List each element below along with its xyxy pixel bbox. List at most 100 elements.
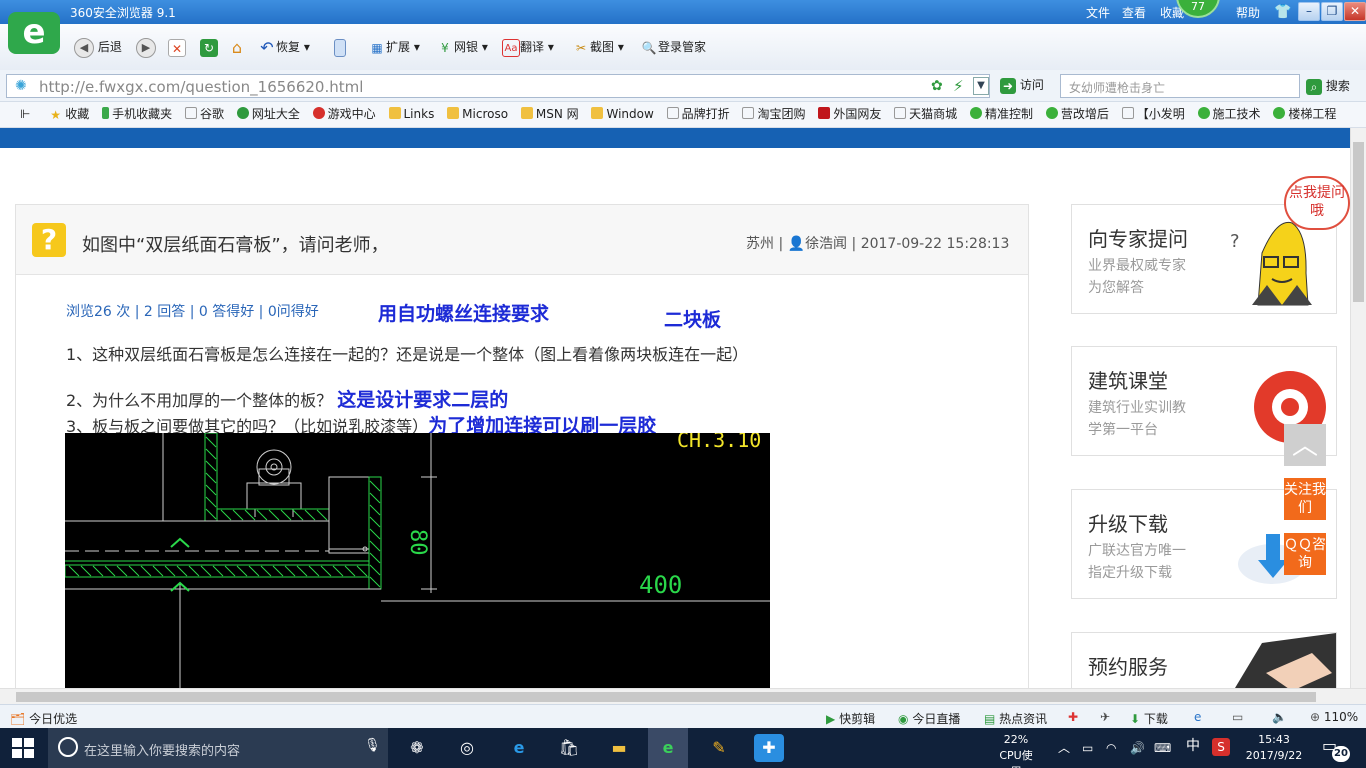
bookmark-item[interactable]: 天猫商城 — [894, 102, 957, 126]
bookmark-item[interactable]: 【小发明 — [1121, 102, 1185, 126]
menu-view[interactable]: 查看 — [1122, 4, 1146, 21]
url-text[interactable]: http://e.fwxgx.com/question_1656620.html — [39, 78, 363, 96]
netbank-button[interactable]: ¥ 网银 ▾ — [436, 36, 488, 58]
microphone-icon[interactable]: 🎙 — [364, 738, 381, 753]
back-to-top-button[interactable]: ︿ — [1284, 424, 1326, 466]
task-view-icon[interactable]: ❁ — [402, 734, 432, 762]
ask-me-bubble[interactable]: 点我提问哦 — [1284, 176, 1350, 230]
translate-button[interactable]: Aa 翻译 ▾ — [502, 36, 554, 58]
security-icon[interactable]: ✿ — [931, 78, 943, 94]
ie-icon[interactable]: e — [1194, 710, 1201, 724]
grid-icon: ▦ — [371, 40, 383, 55]
login-manager-button[interactable]: 🔍 登录管家 — [640, 36, 707, 58]
refresh-button[interactable]: ↻ — [200, 36, 218, 58]
tray-chevron-icon[interactable]: ︿ — [1058, 740, 1070, 756]
address-bar[interactable]: ✺ http://e.fwxgx.com/question_1656620.ht… — [6, 74, 990, 98]
taskbar-search-box[interactable]: 在这里输入你要搜索的内容 🎙 — [48, 728, 388, 768]
store-icon[interactable]: 🛍 — [554, 734, 584, 762]
wifi-icon[interactable]: ◠ — [1106, 740, 1116, 756]
today-live[interactable]: ◉ 今日直播 — [898, 710, 960, 727]
vertical-scrollbar[interactable] — [1350, 128, 1366, 688]
stop-button[interactable]: ✕ — [168, 36, 186, 58]
phone-button[interactable] — [334, 36, 346, 58]
question-user[interactable]: 徐浩闻 — [805, 236, 847, 252]
volume-icon[interactable]: 🔊 — [1130, 740, 1145, 756]
close-button[interactable]: ✕ — [1344, 2, 1366, 21]
yuan-icon: ¥ — [441, 40, 449, 55]
live-icon: ◉ — [898, 712, 909, 726]
lightning-icon[interactable]: ⚡ — [953, 77, 964, 95]
battery-icon[interactable]: ▭ — [1082, 740, 1093, 756]
cad-drawing-image: 80 400 CH.3.10 — [64, 428, 770, 688]
bookmark-item[interactable]: Links — [388, 102, 434, 126]
bookmark-item[interactable]: MSN 网 — [520, 102, 579, 126]
qq-consult-button[interactable]: ＱＱ咨询 — [1284, 533, 1326, 575]
file-explorer-icon[interactable]: ▬ — [604, 734, 634, 762]
cpu-meter[interactable]: 22% CPU使用 — [994, 732, 1038, 768]
sogou-icon[interactable]: S — [1212, 738, 1230, 756]
home-icon: ⌂ — [231, 37, 243, 57]
bookmark-item[interactable]: 外国网友 — [818, 102, 881, 126]
edge-browser-icon[interactable]: e — [504, 734, 534, 762]
horizontal-scroll-thumb[interactable] — [16, 692, 1316, 702]
bookmark-item[interactable]: 楼梯工程 — [1273, 102, 1336, 126]
keyboard-icon[interactable]: ⌨ — [1154, 740, 1171, 756]
bookmark-item[interactable]: 营改增后 — [1045, 102, 1109, 126]
medical-icon[interactable]: ✚ — [1068, 710, 1078, 724]
bookmark-item[interactable]: 谷歌 — [184, 102, 224, 126]
app-plus-icon[interactable]: ✚ — [754, 734, 784, 762]
follow-us-button[interactable]: 关注我们 — [1284, 478, 1326, 520]
shirt-icon[interactable]: 👕 — [1274, 4, 1291, 20]
ime-indicator[interactable]: 中 — [1186, 738, 1200, 754]
download-manager[interactable]: ⬇ 下载 — [1130, 710, 1168, 727]
today-picks[interactable]: 🗂 今日优选 — [10, 710, 77, 727]
bookmark-item[interactable]: 网址大全 — [236, 102, 300, 126]
horizontal-scrollbar[interactable] — [0, 688, 1366, 704]
minimize-button[interactable]: – — [1298, 2, 1320, 21]
maximize-button[interactable]: ❐ — [1321, 2, 1343, 21]
notes-icon[interactable]: ✎ — [704, 734, 734, 762]
app-swirl-icon[interactable]: ◎ — [452, 734, 482, 762]
bookmark-item[interactable]: 精准控制 — [970, 102, 1033, 126]
speaker-icon[interactable]: 🔈 — [1272, 710, 1287, 724]
bookmark-item[interactable]: 游戏中心 — [312, 102, 376, 126]
question-line-2: 2、为什么不用加厚的一个整体的板？ 这是设计要求二层的 — [66, 385, 508, 412]
bookmark-item[interactable]: 施工技术 — [1197, 102, 1261, 126]
bookmark-label: 收藏 — [65, 107, 90, 121]
quick-clip-label: 快剪辑 — [839, 712, 876, 726]
screenshot-button[interactable]: ✂ 截图 ▾ — [572, 36, 624, 58]
folder-icon — [591, 107, 604, 119]
browser-logo-icon[interactable]: e — [8, 12, 60, 54]
menu-help[interactable]: 帮助 — [1236, 4, 1260, 21]
vertical-scroll-thumb[interactable] — [1353, 142, 1364, 302]
extensions-button[interactable]: ▦ 扩展 ▾ — [368, 36, 420, 58]
bookmark-item[interactable]: Microso — [447, 102, 508, 126]
bookmark-item[interactable]: Window — [591, 102, 654, 126]
forward-button[interactable]: ▶ — [136, 36, 156, 58]
book-service-card[interactable]: 预约服务 — [1071, 632, 1337, 688]
search-input[interactable]: 女幼师遭枪击身亡 — [1060, 74, 1300, 98]
visit-button[interactable]: ➜ 访问 — [1000, 76, 1044, 94]
bookmark-item[interactable]: 手机收藏夹 — [102, 102, 172, 126]
restore-button[interactable]: ↶ 恢复 ▾ — [258, 36, 310, 58]
search-button[interactable]: ⌕ 搜索 — [1306, 77, 1350, 95]
home-button[interactable]: ⌂ — [228, 36, 246, 58]
bookmark-item[interactable]: 品牌打折 — [666, 102, 730, 126]
clock-date: 2017/9/22 — [1245, 749, 1303, 762]
menu-file[interactable]: 文件 — [1086, 4, 1110, 21]
pin-icon[interactable]: ✈ — [1100, 710, 1110, 724]
bookmark-item[interactable]: 淘宝团购 — [742, 102, 805, 126]
quick-clip[interactable]: ▶ 快剪辑 — [826, 710, 875, 727]
zoom-control[interactable]: ⊕ 110% — [1310, 710, 1358, 724]
sidebar-toggle-icon[interactable]: ⊩ — [20, 102, 30, 126]
windows-start-icon[interactable] — [12, 738, 34, 758]
window-icon[interactable]: ▭ — [1232, 710, 1243, 724]
360-browser-taskbar-icon[interactable]: e — [648, 728, 688, 768]
hot-news[interactable]: ▤ 热点资讯 — [984, 710, 1047, 727]
search-icon: ⌕ — [1306, 78, 1322, 95]
cad-top-label: CH.3.10 — [677, 433, 761, 452]
bookmark-item[interactable]: ★ 收藏 — [50, 102, 89, 126]
back-button[interactable]: ◀ 后退 — [74, 36, 122, 58]
clock[interactable]: 15:43 2017/9/22 — [1244, 732, 1304, 764]
dropdown-arrow-icon[interactable]: ▼ — [973, 77, 989, 95]
